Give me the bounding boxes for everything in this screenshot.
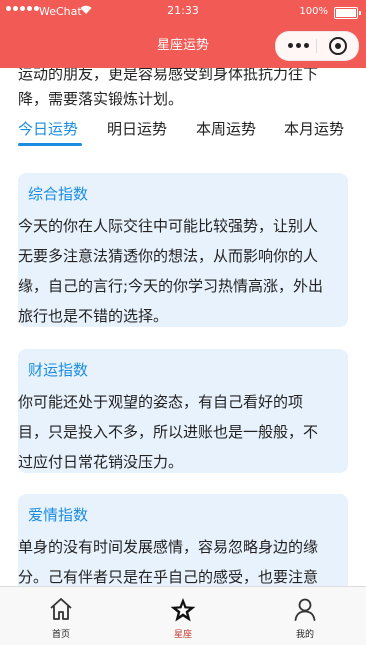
card-line: 无要多注意法猜透你的想法，从而影响你的人 <box>18 247 319 265</box>
fortune-tabs: 今日运势 明日运势 本周运势 本月运势 <box>0 116 366 148</box>
tabbar-label: 星座 <box>173 630 192 640</box>
card-line: 旅行也是不错的选择。 <box>18 307 169 325</box>
home-icon <box>50 598 72 620</box>
main-content[interactable]: 运动的朋友，更是容易感受到身体抵抗力往下 降，需要落实锻炼计划。 今日运势 明日… <box>0 68 366 586</box>
close-target-icon[interactable] <box>329 37 347 55</box>
active-tab-indicator <box>18 143 82 146</box>
tabbar-item-me[interactable]: 我的 <box>244 587 366 645</box>
card-line: 过应付日常花销没压力。 <box>18 453 184 471</box>
status-bar: WeChat 21:33 100% <box>0 0 366 24</box>
tabbar-label: 我的 <box>295 630 314 640</box>
tabbar-item-home[interactable]: 首页 <box>0 587 122 645</box>
bottom-tab-bar: 首页 星座 我的 <box>0 586 366 645</box>
battery-percent: 100% <box>299 6 328 17</box>
tab-tomorrow[interactable]: 明日运势 <box>107 116 167 142</box>
card-line: 今天的你在人际交往中可能比较强势，让别人 <box>18 217 319 235</box>
wealth-index-card: 财运指数 你可能还处于观望的姿态，有自己看好的项 目，只是投入不多，所以进账也是… <box>18 349 348 473</box>
intro-line: 降，需要落实锻炼计划。 <box>18 90 184 108</box>
card-text: 单身的没有时间发展感情，容易忽略身边的缘 分。己有伴者只是在乎自己的感受，也要注… <box>18 532 348 586</box>
intro-line: 运动的朋友，更是容易感受到身体抵抗力往下 <box>18 68 319 83</box>
top-header: WeChat 21:33 100% 星座运势 <box>0 0 366 68</box>
card-line: 目，只是投入不多，所以进账也是一般般，不 <box>18 423 319 441</box>
capsule-divider <box>316 39 317 53</box>
tab-month[interactable]: 本月运势 <box>284 116 344 142</box>
card-line: 你可能还处于观望的姿态，有自己看好的项 <box>18 393 304 411</box>
card-text: 今天的你在人际交往中可能比较强势，让别人 无要多注意法猜透你的想法，从而影响你的… <box>18 211 348 331</box>
intro-text: 运动的朋友，更是容易感受到身体抵抗力往下 降，需要落实锻炼计划。 <box>18 68 354 112</box>
tabbar-item-zodiac[interactable]: 星座 <box>122 587 244 645</box>
card-title: 财运指数 <box>28 361 89 379</box>
card-line: 单身的没有时间发展感情，容易忽略身边的缘 <box>18 538 319 556</box>
star-icon <box>170 598 196 622</box>
card-title: 爱情指数 <box>28 506 89 524</box>
tab-week[interactable]: 本周运势 <box>196 116 256 142</box>
card-title: 综合指数 <box>28 185 89 203</box>
card-line: 缘，自己的言行;今天的你学习热情高涨，外出 <box>18 277 324 295</box>
overall-index-card: 综合指数 今天的你在人际交往中可能比较强势，让别人 无要多注意法猜透你的想法，从… <box>18 173 348 327</box>
user-icon <box>294 598 316 621</box>
card-line: 分。己有伴者只是在乎自己的感受，也要注意 <box>18 568 319 586</box>
tabbar-label: 首页 <box>51 630 70 640</box>
battery-icon <box>334 7 361 19</box>
card-text: 你可能还处于观望的姿态，有自己看好的项 目，只是投入不多，所以进账也是一般般，不… <box>18 387 348 477</box>
love-index-card: 爱情指数 单身的没有时间发展感情，容易忽略身边的缘 分。己有伴者只是在乎自己的感… <box>18 494 348 586</box>
mini-program-capsule <box>275 31 359 61</box>
more-icon[interactable] <box>288 43 309 48</box>
tab-today[interactable]: 今日运势 <box>18 116 78 142</box>
